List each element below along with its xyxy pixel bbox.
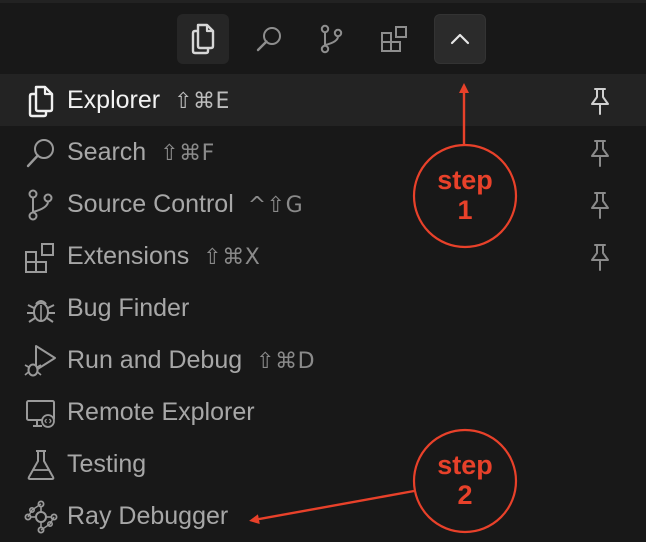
pin-icon[interactable]	[587, 86, 613, 116]
chevron-up-icon	[450, 33, 470, 45]
menu-item-label: Search ⇧⌘F	[67, 138, 215, 166]
activity-extensions-button[interactable]	[369, 14, 421, 64]
menu-item-run-and-debug[interactable]: Run and Debug ⇧⌘D	[0, 334, 646, 386]
keyboard-shortcut: ⇧⌘F	[160, 141, 215, 166]
menu-item-testing[interactable]: Testing	[0, 438, 646, 490]
more-views-chevron-button[interactable]	[434, 14, 486, 64]
menu-item-label: Source Control ^⇧G	[67, 190, 304, 218]
run-debug-icon	[24, 344, 58, 378]
view-menu-screenshot: Explorer ⇧⌘E Search ⇧⌘F Source Control ^…	[0, 0, 646, 542]
activity-bar	[0, 0, 646, 74]
menu-item-label: Remote Explorer	[67, 398, 255, 426]
source-control-icon	[24, 188, 58, 222]
menu-item-label: Run and Debug ⇧⌘D	[67, 346, 316, 374]
bug-icon	[24, 292, 58, 326]
activity-explorer-button[interactable]	[177, 14, 229, 64]
menu-item-extensions[interactable]: Extensions ⇧⌘X	[0, 230, 646, 282]
menu-item-label: Testing	[67, 450, 147, 478]
activity-source-control-button[interactable]	[305, 14, 357, 64]
menu-item-label: Extensions ⇧⌘X	[67, 242, 261, 270]
views-dropdown-menu: Explorer ⇧⌘E Search ⇧⌘F Source Control ^…	[0, 74, 646, 542]
menu-item-ray-debugger[interactable]: Ray Debugger	[0, 490, 646, 542]
keyboard-shortcut: ^⇧G	[247, 193, 304, 218]
menu-item-remote-explorer[interactable]: Remote Explorer	[0, 386, 646, 438]
files-icon	[191, 23, 215, 55]
pin-icon[interactable]	[587, 190, 613, 220]
menu-item-label: Ray Debugger	[67, 502, 229, 530]
extensions-icon	[381, 26, 407, 52]
keyboard-shortcut: ⇧⌘X	[203, 245, 261, 270]
keyboard-shortcut: ⇧⌘E	[174, 89, 230, 114]
source-control-icon	[320, 24, 343, 54]
menu-item-label: Explorer ⇧⌘E	[67, 86, 230, 114]
files-icon	[24, 84, 58, 118]
activity-search-button[interactable]	[243, 14, 295, 64]
ray-icon	[24, 500, 58, 534]
menu-item-label: Bug Finder	[67, 294, 190, 322]
beaker-icon	[24, 448, 58, 482]
extensions-icon	[24, 240, 58, 274]
menu-item-explorer[interactable]: Explorer ⇧⌘E	[0, 74, 646, 126]
search-icon	[256, 27, 281, 52]
remote-explorer-icon	[24, 396, 58, 430]
search-icon	[24, 136, 58, 170]
menu-item-bug-finder[interactable]: Bug Finder	[0, 282, 646, 334]
menu-item-source-control[interactable]: Source Control ^⇧G	[0, 178, 646, 230]
menu-item-search[interactable]: Search ⇧⌘F	[0, 126, 646, 178]
keyboard-shortcut: ⇧⌘D	[256, 349, 316, 374]
pin-icon[interactable]	[587, 242, 613, 272]
pin-icon[interactable]	[587, 138, 613, 168]
